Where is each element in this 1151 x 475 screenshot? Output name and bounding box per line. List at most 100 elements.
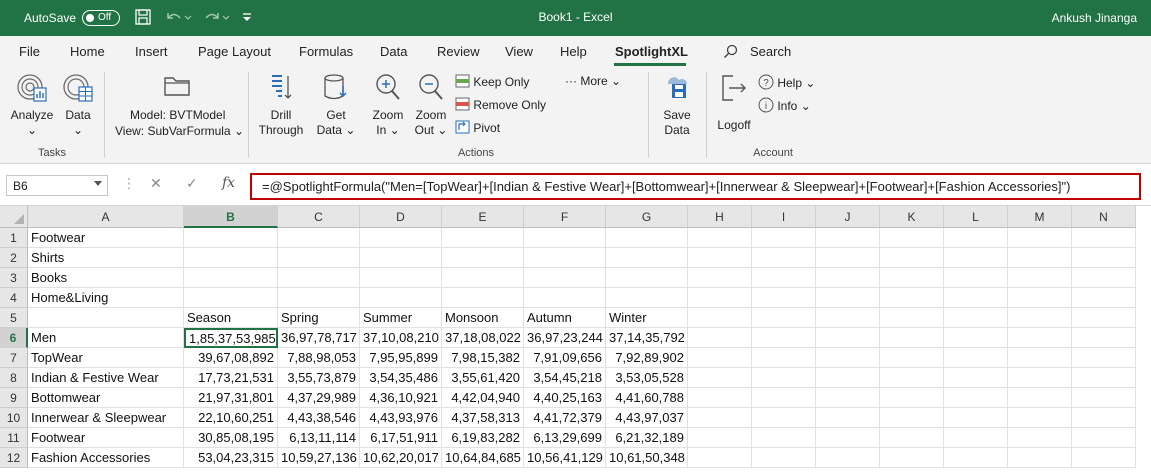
cell-b2[interactable] (184, 248, 278, 268)
tab-help[interactable]: Help (560, 44, 587, 59)
cell-c7[interactable]: 7,88,98,053 (278, 348, 360, 368)
cell-f1[interactable] (524, 228, 606, 248)
cell-k5[interactable] (880, 308, 944, 328)
model-selector[interactable]: Model: BVTModel (130, 108, 225, 122)
cell-d12[interactable]: 10,62,20,017 (360, 448, 442, 468)
cell-i9[interactable] (752, 388, 816, 408)
cell-d8[interactable]: 3,54,35,486 (360, 368, 442, 388)
more-button[interactable]: ··· More ⌄ (565, 74, 621, 88)
keep-only-button[interactable]: Keep Only (455, 74, 529, 89)
cell-h12[interactable] (688, 448, 752, 468)
column-header-i[interactable]: I (752, 206, 816, 228)
column-header-d[interactable]: D (360, 206, 442, 228)
cell-e9[interactable]: 4,42,04,940 (442, 388, 524, 408)
cell-k3[interactable] (880, 268, 944, 288)
cell-j8[interactable] (816, 368, 880, 388)
tab-insert[interactable]: Insert (135, 44, 168, 59)
tab-home[interactable]: Home (70, 44, 105, 59)
row-header[interactable]: 2 (0, 248, 28, 268)
cell-h5[interactable] (688, 308, 752, 328)
row-header[interactable]: 3 (0, 268, 28, 288)
folder-button[interactable] (112, 70, 242, 104)
column-header-n[interactable]: N (1072, 206, 1136, 228)
column-header-m[interactable]: M (1008, 206, 1072, 228)
cell-a11[interactable]: Footwear (28, 428, 184, 448)
cell-i10[interactable] (752, 408, 816, 428)
cell-j12[interactable] (816, 448, 880, 468)
cell-g1[interactable] (606, 228, 688, 248)
worksheet-grid[interactable]: A B C D E F G H I J K L M N 1 Footwear 2 Shirts 3 Books 4 Hom… (0, 206, 1151, 475)
cell-k4[interactable] (880, 288, 944, 308)
cell-i11[interactable] (752, 428, 816, 448)
cell-n6[interactable] (1072, 328, 1136, 348)
cell-h6[interactable] (688, 328, 752, 348)
cell-c1[interactable] (278, 228, 360, 248)
column-header-b[interactable]: B (184, 206, 278, 228)
cell-c4[interactable] (278, 288, 360, 308)
cell-l3[interactable] (944, 268, 1008, 288)
cell-h8[interactable] (688, 368, 752, 388)
cell-l1[interactable] (944, 228, 1008, 248)
logoff-button[interactable]: Logoff (712, 72, 756, 133)
cell-d3[interactable] (360, 268, 442, 288)
cell-f11[interactable]: 6,13,29,699 (524, 428, 606, 448)
cell-a7[interactable]: TopWear (28, 348, 184, 368)
cell-g4[interactable] (606, 288, 688, 308)
tab-view[interactable]: View (505, 44, 533, 59)
cell-h9[interactable] (688, 388, 752, 408)
cell-d1[interactable] (360, 228, 442, 248)
cell-j4[interactable] (816, 288, 880, 308)
cell-m3[interactable] (1008, 268, 1072, 288)
row-header[interactable]: 6 (0, 328, 28, 348)
cell-a5[interactable] (28, 308, 184, 328)
insert-function-icon[interactable]: fx (222, 175, 235, 191)
cell-d7[interactable]: 7,95,95,899 (360, 348, 442, 368)
cell-n7[interactable] (1072, 348, 1136, 368)
cell-b8[interactable]: 17,73,21,531 (184, 368, 278, 388)
user-name[interactable]: Ankush Jinanga (1052, 11, 1137, 25)
cell-j7[interactable] (816, 348, 880, 368)
cell-e10[interactable]: 4,37,58,313 (442, 408, 524, 428)
cell-g5[interactable]: Winter (606, 308, 688, 328)
cell-m12[interactable] (1008, 448, 1072, 468)
cell-a1[interactable]: Footwear (28, 228, 184, 248)
cell-f8[interactable]: 3,54,45,218 (524, 368, 606, 388)
column-header-j[interactable]: J (816, 206, 880, 228)
cell-k9[interactable] (880, 388, 944, 408)
row-header[interactable]: 12 (0, 448, 28, 468)
search-label[interactable]: Search (750, 44, 791, 59)
cell-f6[interactable]: 36,97,23,244 (524, 328, 606, 348)
cell-g8[interactable]: 3,53,05,528 (606, 368, 688, 388)
cell-c11[interactable]: 6,13,11,114 (278, 428, 360, 448)
cell-j9[interactable] (816, 388, 880, 408)
tab-formulas[interactable]: Formulas (299, 44, 353, 59)
cancel-icon[interactable]: ✕ (150, 175, 162, 192)
cell-b12[interactable]: 53,04,23,315 (184, 448, 278, 468)
analyze-button[interactable]: Analyze ⌄ (10, 72, 54, 138)
cell-d10[interactable]: 4,43,93,976 (360, 408, 442, 428)
cell-e12[interactable]: 10,64,84,685 (442, 448, 524, 468)
tab-spotlightxl[interactable]: SpotlightXL (615, 44, 688, 59)
cell-g10[interactable]: 4,43,97,037 (606, 408, 688, 428)
column-header-l[interactable]: L (944, 206, 1008, 228)
drag-handle-icon[interactable]: ⋮ (122, 175, 136, 192)
row-header[interactable]: 7 (0, 348, 28, 368)
cell-k1[interactable] (880, 228, 944, 248)
cell-c8[interactable]: 3,55,73,879 (278, 368, 360, 388)
cell-n8[interactable] (1072, 368, 1136, 388)
cell-g7[interactable]: 7,92,89,902 (606, 348, 688, 368)
cell-e5[interactable]: Monsoon (442, 308, 524, 328)
cell-i6[interactable] (752, 328, 816, 348)
cell-n12[interactable] (1072, 448, 1136, 468)
cell-l9[interactable] (944, 388, 1008, 408)
cell-e4[interactable] (442, 288, 524, 308)
cell-b7[interactable]: 39,67,08,892 (184, 348, 278, 368)
cell-a4[interactable]: Home&Living (28, 288, 184, 308)
cell-g6[interactable]: 37,14,35,792 (606, 328, 688, 348)
cell-g12[interactable]: 10,61,50,348 (606, 448, 688, 468)
tab-page-layout[interactable]: Page Layout (198, 44, 271, 59)
cell-f12[interactable]: 10,56,41,129 (524, 448, 606, 468)
cell-m11[interactable] (1008, 428, 1072, 448)
cell-m7[interactable] (1008, 348, 1072, 368)
help-button[interactable]: ? Help ⌄ (758, 74, 815, 90)
